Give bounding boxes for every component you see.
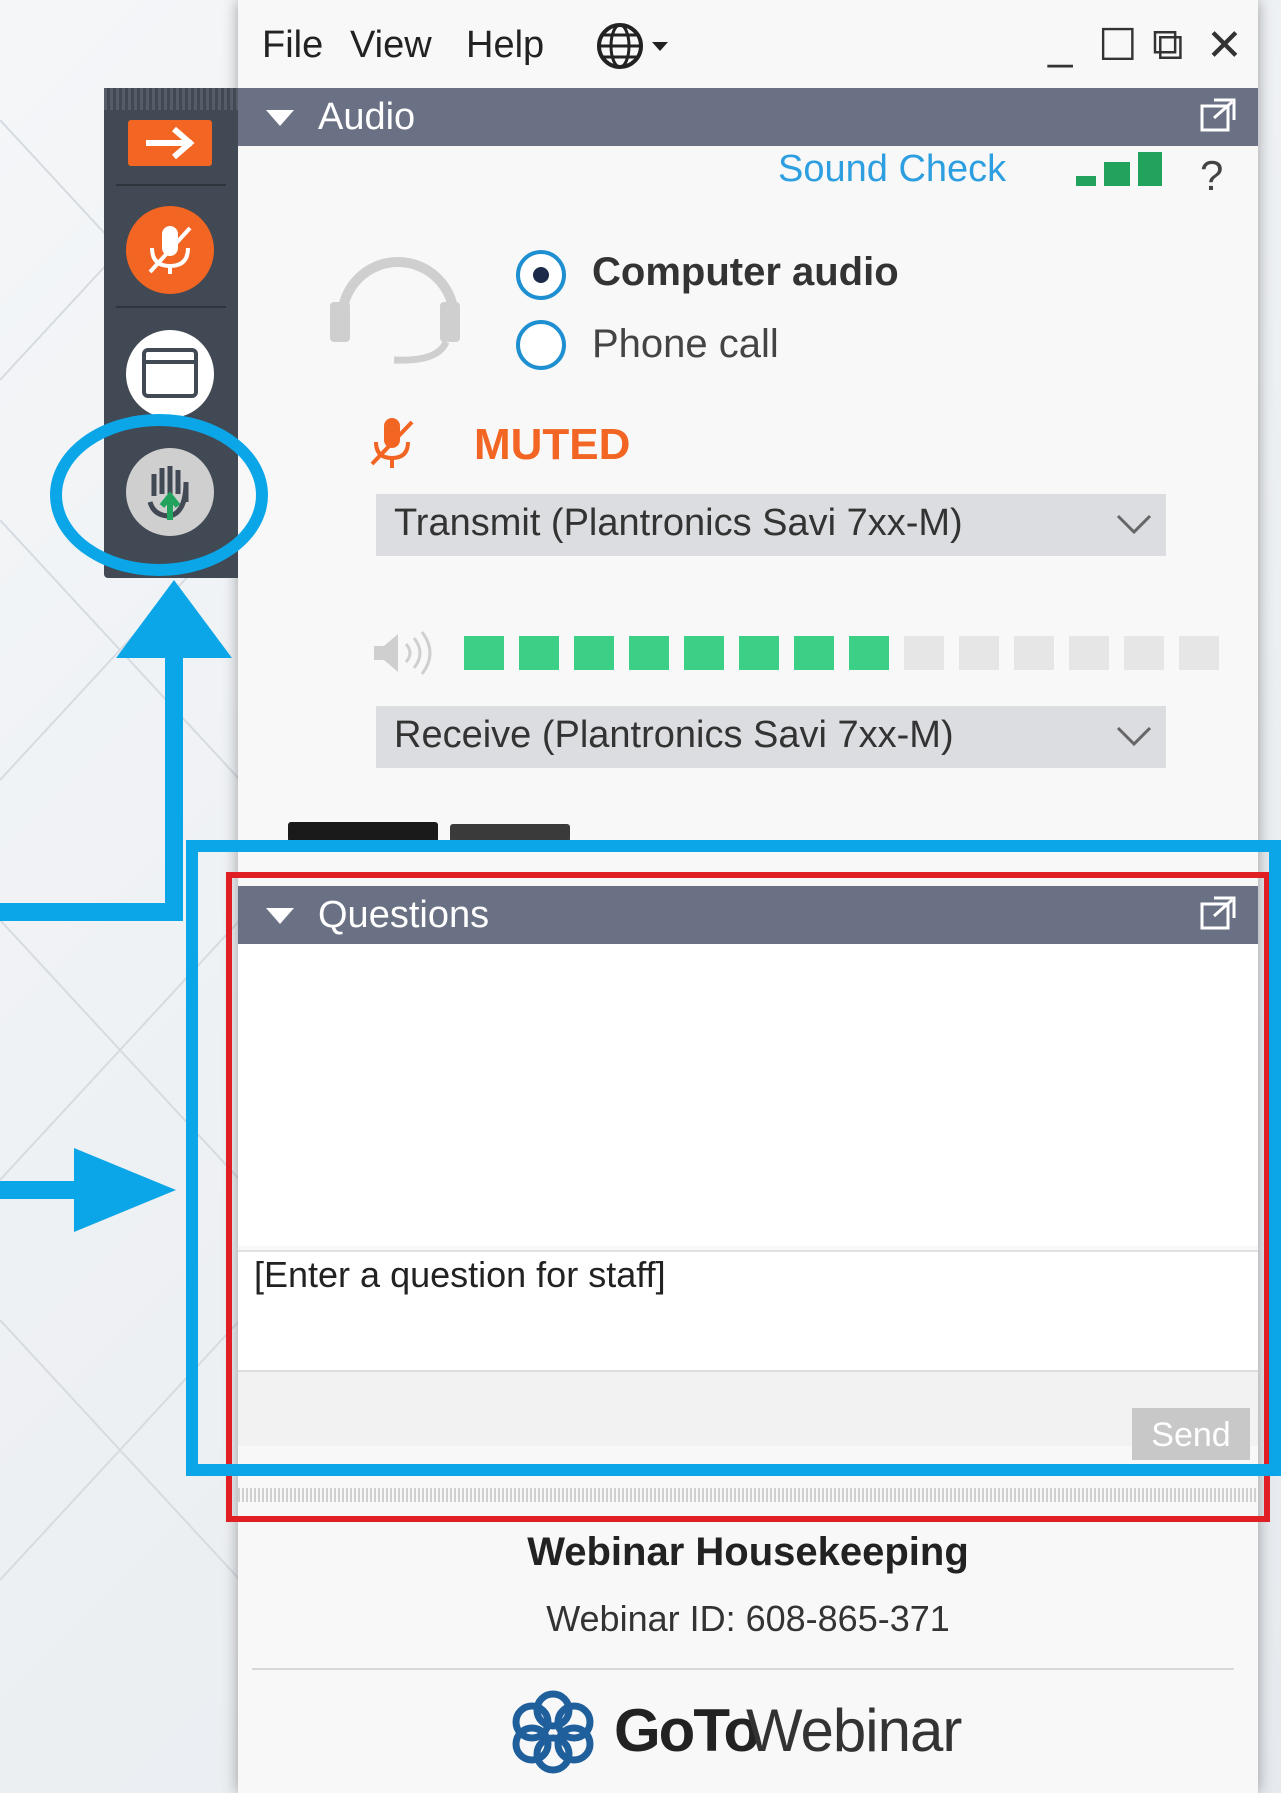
questions-highlight-blue — [186, 840, 1281, 1476]
